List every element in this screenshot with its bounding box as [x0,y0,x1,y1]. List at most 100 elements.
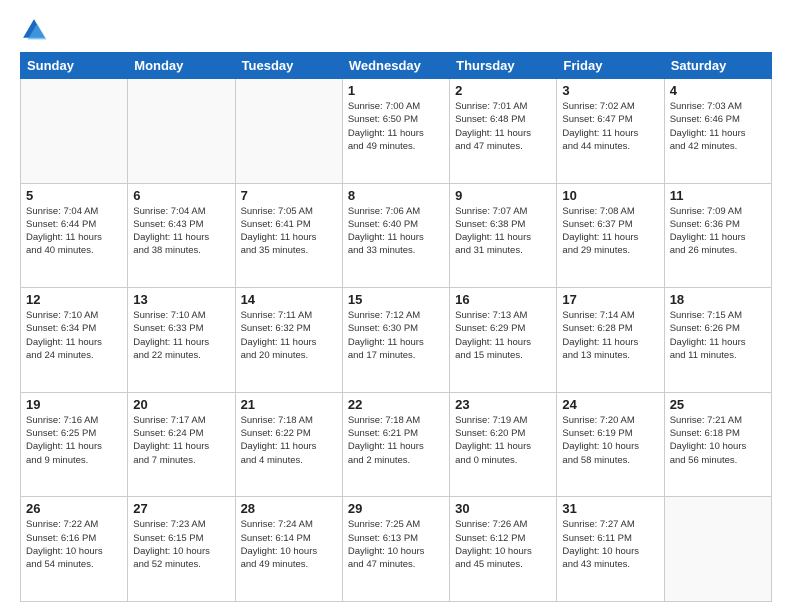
day-number: 26 [26,501,122,516]
day-number: 22 [348,397,444,412]
calendar-cell: 16 Sunrise: 7:13 AM Sunset: 6:29 PM Dayli… [450,288,557,393]
day-info: Sunrise: 7:10 AM Sunset: 6:34 PM Dayligh… [26,309,122,362]
calendar-cell: 24 Sunrise: 7:20 AM Sunset: 6:19 PM Dayli… [557,392,664,497]
day-number: 8 [348,188,444,203]
calendar-cell: 12 Sunrise: 7:10 AM Sunset: 6:34 PM Dayli… [21,288,128,393]
day-info: Sunrise: 7:01 AM Sunset: 6:48 PM Dayligh… [455,100,551,153]
calendar-cell: 19 Sunrise: 7:16 AM Sunset: 6:25 PM Dayli… [21,392,128,497]
day-number: 10 [562,188,658,203]
day-number: 11 [670,188,766,203]
day-info: Sunrise: 7:23 AM Sunset: 6:15 PM Dayligh… [133,518,229,571]
day-number: 23 [455,397,551,412]
day-info: Sunrise: 7:09 AM Sunset: 6:36 PM Dayligh… [670,205,766,258]
day-info: Sunrise: 7:19 AM Sunset: 6:20 PM Dayligh… [455,414,551,467]
day-info: Sunrise: 7:18 AM Sunset: 6:21 PM Dayligh… [348,414,444,467]
calendar-cell: 15 Sunrise: 7:12 AM Sunset: 6:30 PM Dayli… [342,288,449,393]
day-number: 3 [562,83,658,98]
calendar-cell [235,79,342,184]
calendar-cell: 17 Sunrise: 7:14 AM Sunset: 6:28 PM Dayli… [557,288,664,393]
day-info: Sunrise: 7:13 AM Sunset: 6:29 PM Dayligh… [455,309,551,362]
calendar-cell: 2 Sunrise: 7:01 AM Sunset: 6:48 PM Daylig… [450,79,557,184]
day-number: 13 [133,292,229,307]
day-number: 24 [562,397,658,412]
day-number: 19 [26,397,122,412]
calendar-cell: 21 Sunrise: 7:18 AM Sunset: 6:22 PM Dayli… [235,392,342,497]
day-info: Sunrise: 7:02 AM Sunset: 6:47 PM Dayligh… [562,100,658,153]
calendar-day-header: Thursday [450,53,557,79]
calendar-cell: 3 Sunrise: 7:02 AM Sunset: 6:47 PM Daylig… [557,79,664,184]
day-info: Sunrise: 7:21 AM Sunset: 6:18 PM Dayligh… [670,414,766,467]
calendar-cell: 27 Sunrise: 7:23 AM Sunset: 6:15 PM Dayli… [128,497,235,602]
calendar-cell: 11 Sunrise: 7:09 AM Sunset: 6:36 PM Dayli… [664,183,771,288]
header [20,16,772,44]
calendar-header-row: SundayMondayTuesdayWednesdayThursdayFrid… [21,53,772,79]
calendar-cell: 6 Sunrise: 7:04 AM Sunset: 6:43 PM Daylig… [128,183,235,288]
day-info: Sunrise: 7:17 AM Sunset: 6:24 PM Dayligh… [133,414,229,467]
day-info: Sunrise: 7:06 AM Sunset: 6:40 PM Dayligh… [348,205,444,258]
calendar-cell: 28 Sunrise: 7:24 AM Sunset: 6:14 PM Dayli… [235,497,342,602]
calendar-day-header: Tuesday [235,53,342,79]
calendar-cell: 26Sunrise: 7:22 AM Sunset: 6:16 PM Dayli… [21,497,128,602]
day-number: 31 [562,501,658,516]
day-info: Sunrise: 7:08 AM Sunset: 6:37 PM Dayligh… [562,205,658,258]
day-number: 14 [241,292,337,307]
day-number: 2 [455,83,551,98]
day-info: Sunrise: 7:11 AM Sunset: 6:32 PM Dayligh… [241,309,337,362]
logo-icon [20,16,48,44]
calendar-cell: 23 Sunrise: 7:19 AM Sunset: 6:20 PM Dayli… [450,392,557,497]
day-number: 21 [241,397,337,412]
calendar-cell [21,79,128,184]
calendar-cell: 14 Sunrise: 7:11 AM Sunset: 6:32 PM Dayli… [235,288,342,393]
calendar-cell: 18Sunrise: 7:15 AM Sunset: 6:26 PM Dayli… [664,288,771,393]
calendar-cell: 10 Sunrise: 7:08 AM Sunset: 6:37 PM Dayli… [557,183,664,288]
day-number: 17 [562,292,658,307]
day-number: 25 [670,397,766,412]
day-info: Sunrise: 7:14 AM Sunset: 6:28 PM Dayligh… [562,309,658,362]
calendar-week-row: 19 Sunrise: 7:16 AM Sunset: 6:25 PM Dayli… [21,392,772,497]
day-info: Sunrise: 7:25 AM Sunset: 6:13 PM Dayligh… [348,518,444,571]
calendar-cell: 29 Sunrise: 7:25 AM Sunset: 6:13 PM Dayli… [342,497,449,602]
day-number: 28 [241,501,337,516]
day-info: Sunrise: 7:05 AM Sunset: 6:41 PM Dayligh… [241,205,337,258]
day-info: Sunrise: 7:15 AM Sunset: 6:26 PM Dayligh… [670,309,766,362]
day-info: Sunrise: 7:03 AM Sunset: 6:46 PM Dayligh… [670,100,766,153]
calendar-cell: 31Sunrise: 7:27 AM Sunset: 6:11 PM Dayli… [557,497,664,602]
day-number: 16 [455,292,551,307]
day-info: Sunrise: 7:18 AM Sunset: 6:22 PM Dayligh… [241,414,337,467]
day-number: 20 [133,397,229,412]
day-number: 4 [670,83,766,98]
calendar-cell: 4 Sunrise: 7:03 AM Sunset: 6:46 PM Daylig… [664,79,771,184]
calendar-day-header: Friday [557,53,664,79]
calendar-day-header: Wednesday [342,53,449,79]
calendar-week-row: 26Sunrise: 7:22 AM Sunset: 6:16 PM Dayli… [21,497,772,602]
calendar-cell: 7 Sunrise: 7:05 AM Sunset: 6:41 PM Daylig… [235,183,342,288]
day-number: 5 [26,188,122,203]
calendar-cell: 8 Sunrise: 7:06 AM Sunset: 6:40 PM Daylig… [342,183,449,288]
calendar-cell: 1Sunrise: 7:00 AM Sunset: 6:50 PM Daylig… [342,79,449,184]
day-info: Sunrise: 7:24 AM Sunset: 6:14 PM Dayligh… [241,518,337,571]
logo [20,16,52,44]
calendar-week-row: 5Sunrise: 7:04 AM Sunset: 6:44 PM Daylig… [21,183,772,288]
day-number: 12 [26,292,122,307]
page: SundayMondayTuesdayWednesdayThursdayFrid… [0,0,792,612]
day-number: 7 [241,188,337,203]
calendar-cell: 30Sunrise: 7:26 AM Sunset: 6:12 PM Dayli… [450,497,557,602]
day-number: 6 [133,188,229,203]
day-info: Sunrise: 7:07 AM Sunset: 6:38 PM Dayligh… [455,205,551,258]
calendar-cell [664,497,771,602]
calendar-cell: 5Sunrise: 7:04 AM Sunset: 6:44 PM Daylig… [21,183,128,288]
calendar-cell: 25 Sunrise: 7:21 AM Sunset: 6:18 PM Dayli… [664,392,771,497]
calendar-cell [128,79,235,184]
calendar-week-row: 12 Sunrise: 7:10 AM Sunset: 6:34 PM Dayli… [21,288,772,393]
day-number: 29 [348,501,444,516]
day-number: 27 [133,501,229,516]
day-info: Sunrise: 7:10 AM Sunset: 6:33 PM Dayligh… [133,309,229,362]
day-number: 15 [348,292,444,307]
day-number: 30 [455,501,551,516]
day-info: Sunrise: 7:04 AM Sunset: 6:43 PM Dayligh… [133,205,229,258]
day-info: Sunrise: 7:16 AM Sunset: 6:25 PM Dayligh… [26,414,122,467]
day-number: 1 [348,83,444,98]
day-info: Sunrise: 7:12 AM Sunset: 6:30 PM Dayligh… [348,309,444,362]
calendar-table: SundayMondayTuesdayWednesdayThursdayFrid… [20,52,772,602]
day-info: Sunrise: 7:20 AM Sunset: 6:19 PM Dayligh… [562,414,658,467]
